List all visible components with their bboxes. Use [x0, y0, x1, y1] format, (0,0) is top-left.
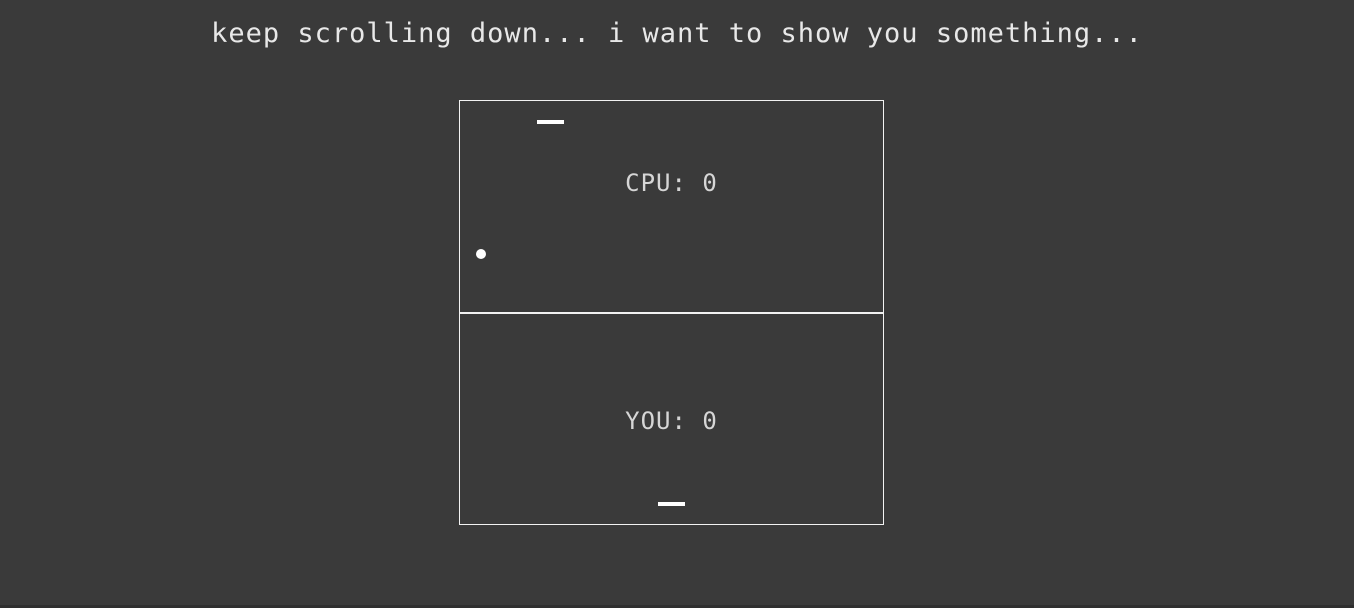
page: keep scrolling down... i want to show yo… — [0, 0, 1354, 608]
cpu-score: CPU: 0 — [625, 169, 718, 197]
pong-board[interactable]: CPU: 0 YOU: 0 — [459, 100, 884, 525]
center-line — [460, 312, 883, 314]
ball — [476, 249, 486, 259]
headline: keep scrolling down... i want to show yo… — [211, 18, 1143, 49]
player-paddle[interactable] — [658, 502, 685, 506]
player-score: YOU: 0 — [625, 407, 718, 435]
cpu-paddle — [537, 120, 564, 124]
